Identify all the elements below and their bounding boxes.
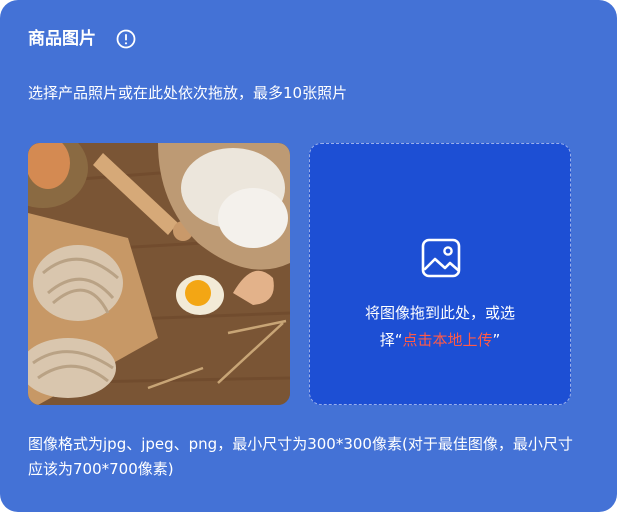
dropzone-text: 将图像拖到此处，或选 择“点击本地上传”: [310, 300, 570, 354]
uploaded-image-thumbnail[interactable]: [28, 143, 290, 405]
product-images-card: 商品图片 选择产品照片或在此处依次拖放，最多10张照片 将图像拖到此处，或选 择…: [0, 0, 617, 512]
dropzone-line2-prefix: 择“: [379, 331, 403, 349]
dropzone-line1: 将图像拖到此处，或选: [364, 304, 515, 322]
image-dropzone[interactable]: 将图像拖到此处，或选 择“点击本地上传”: [309, 143, 571, 405]
info-circle-icon[interactable]: [116, 29, 136, 49]
dropzone-line2: 择“点击本地上传”: [310, 327, 570, 354]
image-format-note: 图像格式为jpg、jpeg、png，最小尺寸为300*300像素(对于最佳图像，…: [28, 435, 573, 478]
local-upload-link[interactable]: 点击本地上传: [402, 331, 492, 349]
food-photo-image: [28, 143, 290, 405]
section-title: 商品图片: [28, 29, 96, 49]
dropzone-line2-suffix: ”: [492, 331, 501, 349]
image-icon: [420, 237, 462, 279]
title-row: 商品图片: [28, 28, 136, 50]
upload-instruction: 选择产品照片或在此处依次拖放，最多10张照片: [28, 84, 348, 102]
